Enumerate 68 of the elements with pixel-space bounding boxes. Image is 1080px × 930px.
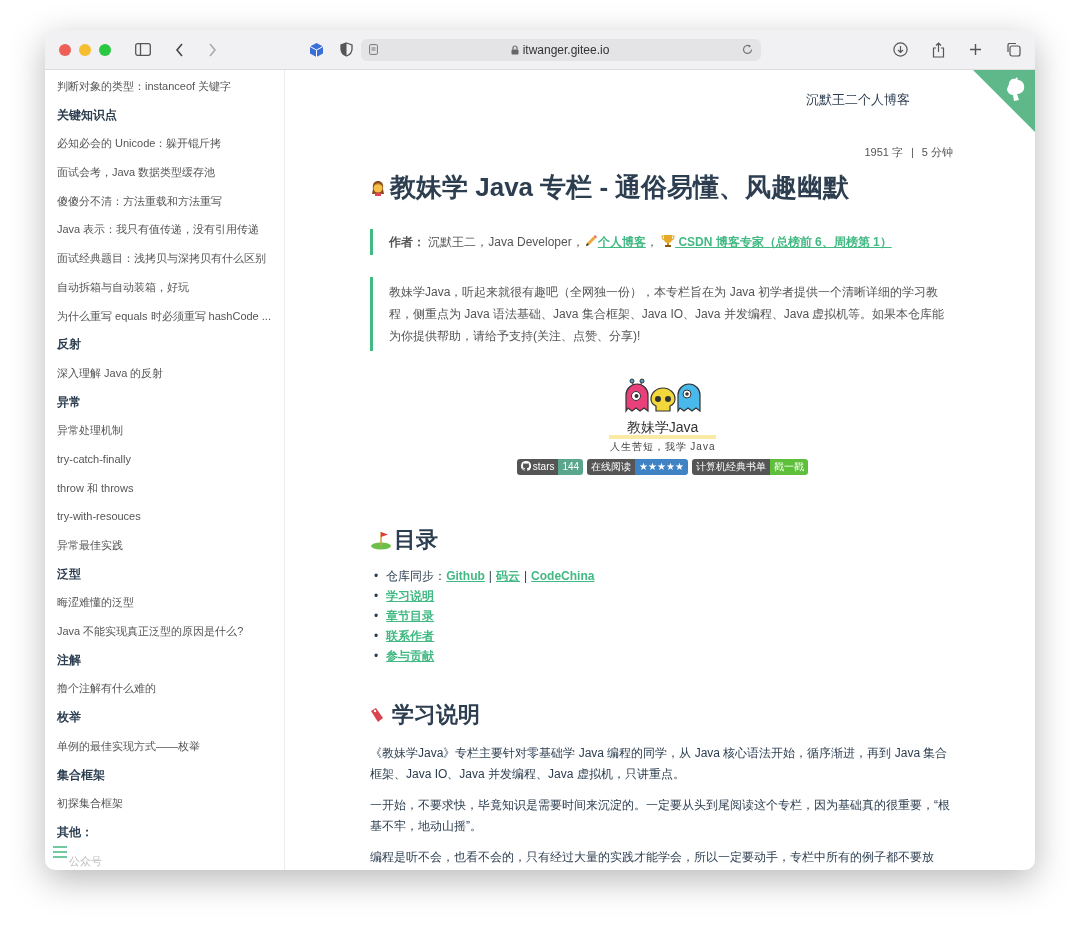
bullet: •: [374, 609, 379, 623]
sidebar-item[interactable]: 必知必会的 Unicode：躲开锟斤拷: [57, 137, 222, 150]
pencil-icon: [583, 234, 598, 248]
new-tab-icon[interactable]: [969, 43, 982, 56]
sidebar-item[interactable]: 单例的最佳实现方式——枚举: [57, 739, 200, 752]
cube-icon[interactable]: [309, 41, 324, 58]
tabs-overview-icon[interactable]: [1006, 42, 1021, 57]
sidebar-item[interactable]: try-catch-finally: [57, 452, 131, 465]
sidebar-toggle-icon[interactable]: [135, 43, 151, 56]
sidebar-heading: 反射: [57, 337, 81, 352]
shield-icon[interactable]: [340, 42, 353, 57]
sidebar-item[interactable]: throw 和 throws: [57, 481, 134, 494]
lock-icon: [510, 44, 519, 55]
logo-title: 教妹学Java: [608, 419, 717, 439]
sidebar-item[interactable]: try-with-resouces: [57, 510, 141, 523]
sidebar-item[interactable]: 判断对象的类型：instanceof 关键字: [57, 80, 232, 92]
sidebar-item[interactable]: 异常处理机制: [57, 424, 123, 437]
girl-icon: [370, 179, 386, 196]
close-window-button[interactable]: [59, 43, 71, 56]
download-icon[interactable]: [893, 42, 908, 57]
intro-paragraph: 教妹学Java，听起来就很有趣吧（全网独一份），本专栏旨在为 Java 初学者提供一个清晰详细的学习教程，侧重点为 Java 语法基础、Java 集合框架、Java IO、Java 并发编程、Java 虚拟机等。如果本仓库能为你提供帮助，请给予支持(关注、点赞、分享)!: [389, 284, 946, 345]
separator: |: [488, 569, 492, 583]
sidebar-item[interactable]: 为什么重写 equals 时必须重写 hashCode ...: [57, 309, 271, 322]
bullet: •: [374, 649, 379, 663]
reload-icon[interactable]: [742, 44, 753, 55]
share-icon[interactable]: [932, 41, 945, 58]
bullet: •: [374, 629, 379, 643]
sidebar-item[interactable]: 傻傻分不清：方法重载和方法重写: [57, 194, 222, 207]
reading-time: 5 分钟: [921, 145, 953, 158]
bookmark-tag-icon: [370, 706, 384, 723]
paragraph: 一开始，不要求快，毕竟知识是需要时间来沉淀的。一定要从头到尾阅读这个专栏，因为基础真的很重要，“根基不牢，地动山摇”。: [370, 797, 951, 835]
sidebar-heading: 枚举: [57, 710, 81, 725]
sidebar-heading: 其他：: [57, 824, 93, 839]
sidebar-heading: 泛型: [57, 566, 81, 581]
sidebar-heading: 注解: [57, 652, 81, 667]
author-line: 作者： 沉默王二，Java Developer， 个人博客， CSDN 博客专家（总榜前 6、周榜第 1）: [389, 233, 893, 251]
page-icon: [369, 44, 378, 55]
separator: |: [910, 145, 914, 158]
url-text[interactable]: itwanger.gitee.io: [522, 40, 610, 59]
sidebar-heading: 异常: [57, 394, 81, 409]
sidebar-item[interactable]: Java 表示：我只有值传递，没有引用传递: [57, 223, 260, 236]
section-heading: 学习说明: [392, 701, 480, 729]
github-corner-icon[interactable]: [973, 70, 1035, 132]
word-count: 1951 字: [864, 145, 903, 158]
paragraph: 编程是听不会，也看不会的，只有经过大量的实践才能学会，所以一定要动手，专栏中所有的例子都不要放: [370, 849, 935, 866]
back-icon[interactable]: [175, 42, 184, 57]
sidebar-item[interactable]: 异常最佳实践: [57, 539, 123, 551]
sidebar-item[interactable]: 深入理解 Java 的反射: [57, 366, 164, 379]
sidebar-item[interactable]: 撸个注解有什么难的: [57, 682, 156, 695]
golf-flag-icon: [370, 529, 392, 550]
logo-subtitle: 人生苦短，我学 Java: [609, 441, 716, 453]
sidebar-item[interactable]: 初探集合框架: [57, 797, 123, 810]
bullet: •: [374, 569, 379, 583]
sidebar-item[interactable]: 面试经典题目：浅拷贝与深拷贝有什么区别: [57, 252, 266, 265]
sidebar-item[interactable]: 自动拆箱与自动装箱，好玩: [57, 280, 189, 293]
trophy-icon: [661, 234, 676, 248]
paragraph: 《教妹学Java》专栏主要针对零基础学 Java 编程的同学，从 Java 核心语法开始，循序渐进，再到 Java 集合框架、Java IO、Java 并发编程、Java 虚拟机，只讲重点。: [370, 745, 949, 783]
sidebar-heading: 集合框架: [57, 767, 105, 782]
separator: |: [524, 569, 528, 583]
sidebar-heading: 关键知识点: [57, 107, 117, 122]
sidebar-item[interactable]: 晦涩难懂的泛型: [57, 596, 134, 609]
site-title[interactable]: 沉默王二个人博客: [806, 92, 910, 107]
bullet: •: [374, 589, 379, 603]
sidebar-item[interactable]: 面试会考，Java 数据类型缓存池: [57, 166, 216, 179]
list-label: 仓库同步：: [386, 569, 447, 583]
sidebar-item[interactable]: Java 不能实现真正泛型的原因是什么?: [57, 625, 244, 638]
section-heading: 目录: [394, 526, 438, 554]
page-title: 教妹学 Java 专栏 - 通俗易懂、风趣幽默: [390, 171, 850, 204]
